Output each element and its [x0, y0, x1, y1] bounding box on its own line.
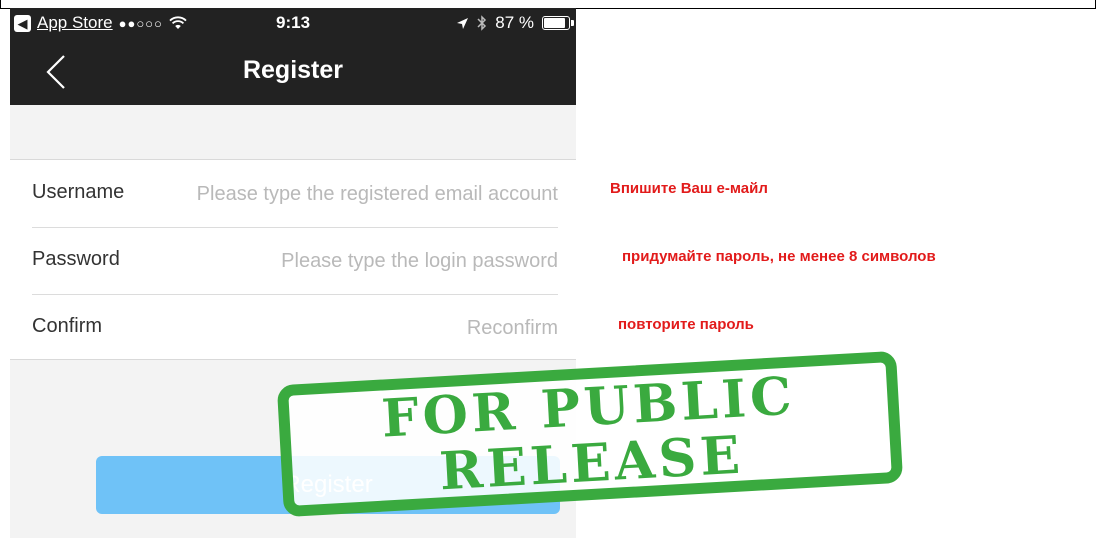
username-input[interactable] — [148, 178, 558, 210]
password-row: Password — [10, 227, 576, 294]
back-to-app-link[interactable]: App Store — [37, 13, 113, 33]
bluetooth-icon — [477, 15, 487, 31]
password-label: Password — [32, 248, 120, 270]
status-bar: ◀ App Store ●●○○○ 9:13 87 % — [10, 8, 576, 38]
navigation-bar: Register — [10, 38, 576, 105]
page-title: Register — [242, 56, 344, 84]
confirm-annotation: повторите пароль — [618, 316, 754, 333]
wifi-icon — [169, 16, 187, 29]
battery-percent: 87 % — [495, 13, 534, 32]
location-arrow-icon — [457, 17, 469, 29]
email-annotation: Впишите Ваш е-майл — [610, 180, 768, 197]
register-form: Username Password Confirm — [10, 159, 576, 360]
username-label: Username — [32, 181, 125, 203]
password-annotation: придумайте пароль, не менее 8 символов — [622, 248, 936, 265]
username-row: Username — [10, 160, 576, 227]
status-bar-right: 87 % — [456, 13, 574, 33]
status-bar-left: ◀ App Store ●●○○○ — [14, 13, 187, 33]
signal-strength-icon: ●●○○○ — [118, 15, 163, 31]
password-input[interactable] — [148, 245, 558, 277]
back-to-app-icon[interactable]: ◀ — [14, 14, 31, 32]
battery-icon — [542, 16, 574, 30]
confirm-password-input[interactable] — [148, 312, 558, 344]
confirm-label: Confirm — [32, 315, 103, 337]
status-time: 9:13 — [276, 13, 311, 32]
confirm-row: Confirm — [10, 294, 576, 361]
